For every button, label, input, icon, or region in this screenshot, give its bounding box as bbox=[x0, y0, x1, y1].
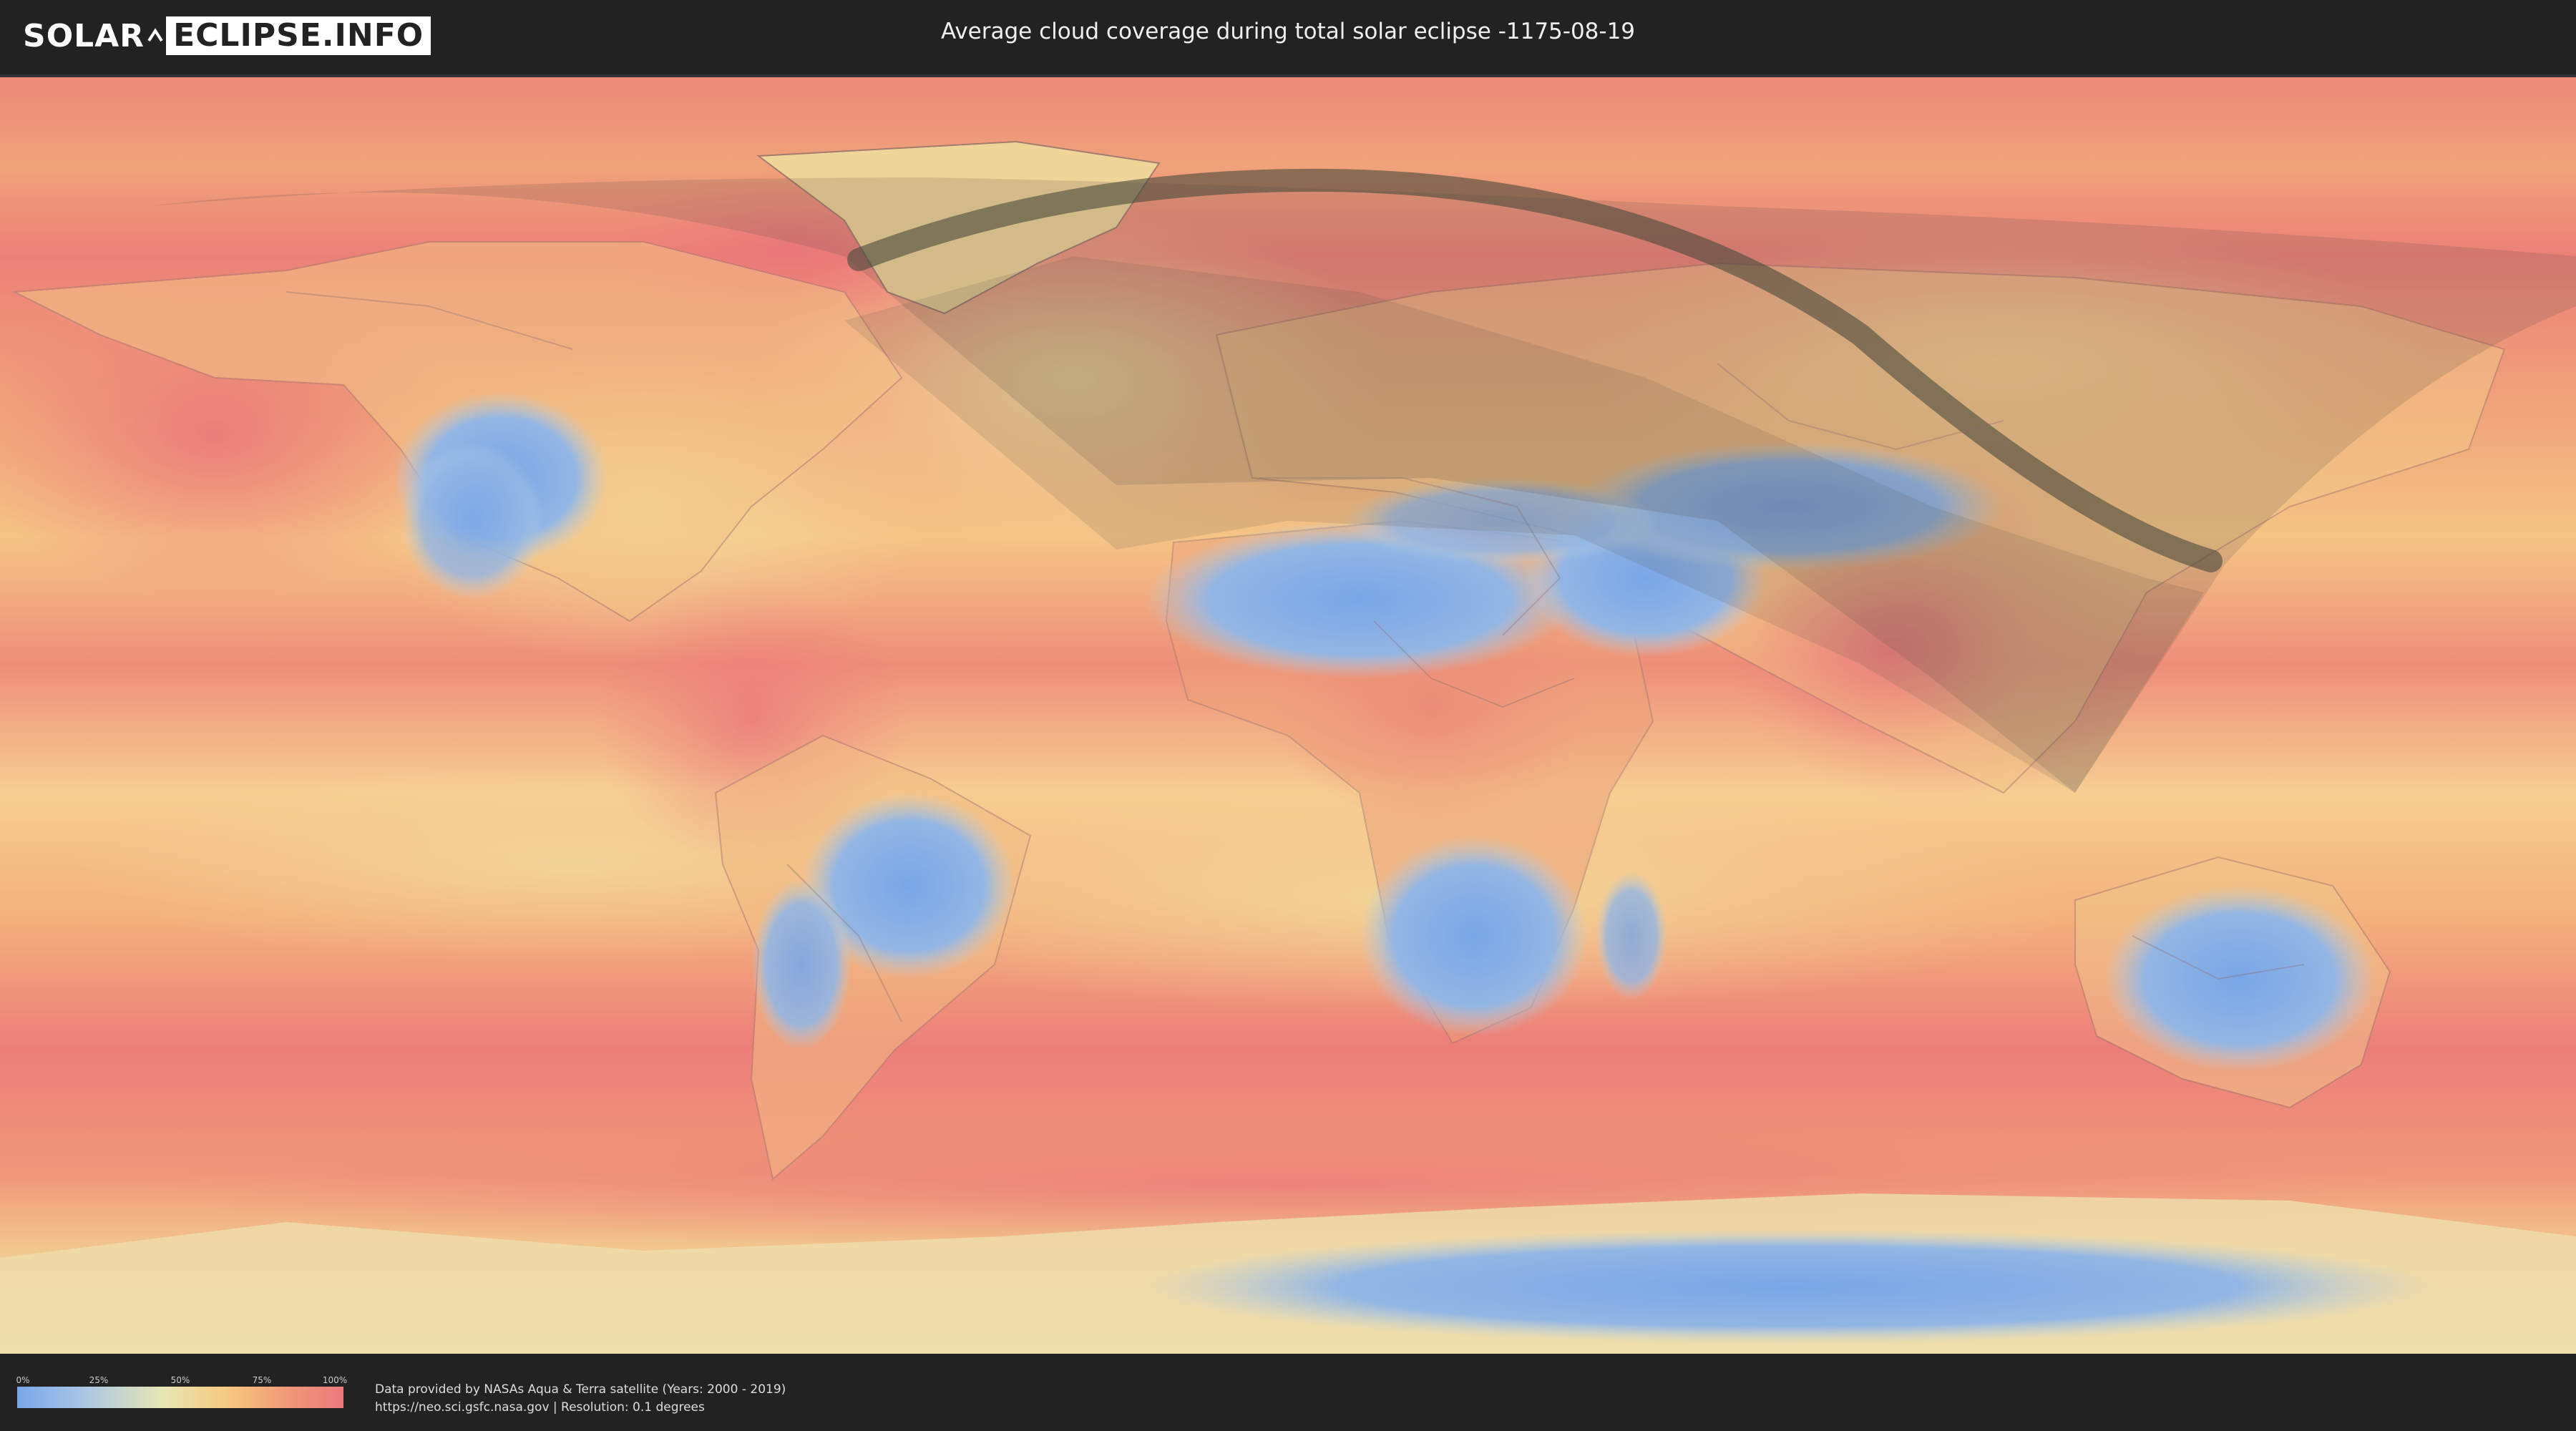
legend-tick-100: 100% bbox=[322, 1375, 348, 1385]
page-title: Average cloud coverage during total sola… bbox=[940, 19, 1636, 44]
credit-line-url[interactable]: https://neo.sci.gsfc.nasa.gov | Resoluti… bbox=[375, 1399, 786, 1417]
legend-tick-50: 50% bbox=[170, 1375, 190, 1385]
world-map-icon bbox=[0, 77, 2576, 1354]
legend-tick-0: 0% bbox=[16, 1375, 30, 1385]
cloud-coverage-map[interactable] bbox=[0, 74, 2576, 1362]
footer: 0% 25% 50% 75% 100% Data provided by NAS… bbox=[0, 1359, 2576, 1431]
legend-ticks: 0% 25% 50% 75% 100% bbox=[16, 1375, 347, 1387]
southern-africa-clear-region bbox=[1360, 836, 1589, 1036]
header: SOLAR ECLIPSE.INFO Average cloud coverag… bbox=[0, 0, 2576, 72]
legend-tick-75: 75% bbox=[252, 1375, 272, 1385]
legend-tick-25: 25% bbox=[89, 1375, 109, 1385]
cloud-coverage-legend: 0% 25% 50% 75% 100% bbox=[16, 1375, 347, 1408]
antarctic-plateau-clear-region bbox=[1145, 1229, 2433, 1344]
australia-clear-region bbox=[2104, 886, 2376, 1072]
legend-color-bar bbox=[17, 1387, 343, 1408]
data-credits: Data provided by NASAs Aqua & Terra sate… bbox=[375, 1381, 786, 1417]
credit-line-source: Data provided by NASAs Aqua & Terra sate… bbox=[375, 1382, 786, 1397]
